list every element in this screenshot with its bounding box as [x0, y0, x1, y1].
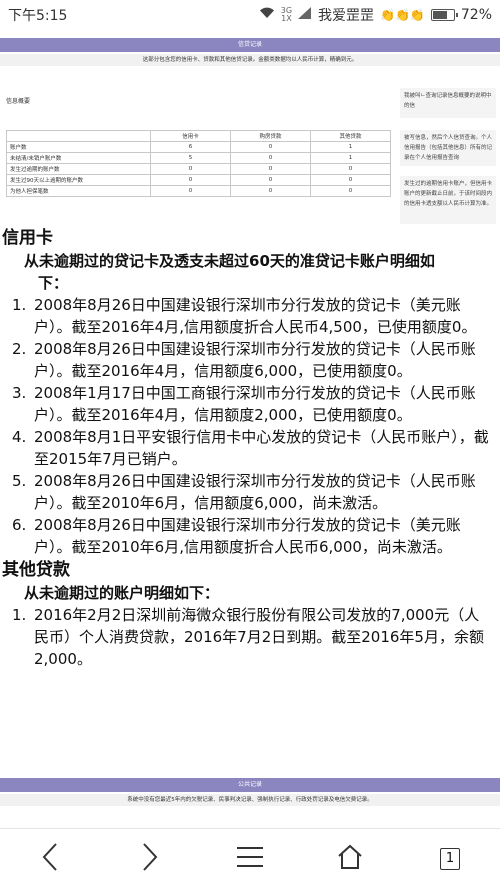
chevron-left-icon — [40, 842, 60, 876]
table-cell: 0 — [230, 152, 311, 164]
table-cell: 0 — [150, 185, 231, 197]
credit-card-lead: 从未逾期过的贷记卡及透支未超过60天的准贷记卡账户明细如 下： — [24, 252, 435, 292]
table-cell: 未结清/未销户账户数 — [6, 152, 151, 164]
menu-icon — [235, 845, 265, 873]
battery-percent: 72% — [460, 7, 492, 23]
list-item: 1. 2008年8月26日中国建设银行深圳市分行发放的贷记卡（美元账户）。截至20… — [12, 296, 477, 336]
public-records-header: 公共记录 — [0, 778, 500, 792]
table-cell: 0 — [310, 185, 391, 197]
side-note: 发生过的逾期信用卡账户，但信用卡账户的更新截止日前，于该时间段内的信用卡透支额以… — [400, 176, 496, 224]
carrier-name: 我爱罡罡 — [318, 8, 375, 24]
tabs-button[interactable]: 1 — [425, 834, 475, 884]
table-cell: 0 — [150, 174, 231, 186]
chevron-right-icon — [140, 842, 160, 876]
forward-button[interactable] — [125, 834, 175, 884]
table-cell: 6 — [150, 141, 231, 153]
credit-card-list: 1. 2008年8月26日中国建设银行深圳市分行发放的贷记卡（美元账户）。截至20… — [0, 294, 500, 558]
tab-count: 1 — [440, 848, 460, 870]
signal-icon — [298, 7, 312, 23]
battery-icon — [430, 9, 458, 21]
report-content: 信用卡 从未逾期过的贷记卡及透支未超过60天的准贷记卡账户明细如 下： 1. 20… — [0, 226, 500, 670]
table-row: 未结清/未销户账户数 5 0 1 — [6, 152, 391, 164]
list-item: 2. 2008年8月26日中国建设银行深圳市分行发放的贷记卡（人民币账户）。截至2… — [12, 340, 476, 380]
table-header: 其他贷款 — [310, 130, 391, 142]
list-item: 1. 2016年2月2日深圳前海微众银行股份有限公司发放的7,000元（人民币）个… — [12, 606, 484, 668]
status-time: 下午5:15 — [8, 8, 68, 24]
credit-record-subtitle: 这部分包含您的信用卡、贷款和其他信贷记录。金额类数据均以人民币计算，精确到元。 — [0, 54, 500, 66]
table-row: 发生过逾期的账户数 0 0 0 — [6, 163, 391, 175]
credit-record-header: 信贷记录 — [0, 38, 500, 52]
other-loans-heading: 其他贷款 — [2, 560, 70, 580]
browser-nav-bar: 1 — [0, 828, 500, 889]
wifi-icon — [259, 7, 275, 23]
side-note: 被写信息，然后个人信贷查询。个人信用报告（包括其他信息）所有的记录在个人信用报告… — [400, 130, 496, 166]
other-loans-lead: 从未逾期过的账户明细如下： — [24, 584, 220, 602]
network-indicator: 3G 1X — [280, 6, 293, 23]
emoji-icons: 👏👏👏 — [380, 8, 425, 22]
table-header: 购房贷款 — [230, 130, 311, 142]
list-item: 3. 2008年1月17日中国工商银行深圳市分行发放的贷记卡（人民币账户）。截至2… — [12, 384, 476, 424]
table-cell: 0 — [230, 174, 311, 186]
table-row: 账户数 6 0 1 — [6, 141, 391, 153]
credit-card-heading: 信用卡 — [2, 228, 53, 248]
home-button[interactable] — [325, 834, 375, 884]
public-records-subtitle: 系统中没有您最近5年内的欠税记录、民事判决记录、强制执行记录、行政处罚记录及电信… — [0, 794, 500, 806]
table-row: 为他人担保笔数 0 0 0 — [6, 185, 391, 197]
table-header-row: 信用卡 购房贷款 其他贷款 — [6, 130, 391, 142]
table-cell: 0 — [230, 141, 311, 153]
list-item: 4. 2008年8月1日平安银行信用卡中心发放的贷记卡（人民币账户），截至2015… — [12, 428, 489, 468]
summary-table: 信用卡 购房贷款 其他贷款 账户数 6 0 1 未结清/未销户账户数 5 0 1… — [6, 130, 391, 197]
table-cell: 0 — [310, 174, 391, 186]
menu-button[interactable] — [225, 834, 275, 884]
back-button[interactable] — [25, 834, 75, 884]
info-summary-title: 信息概要 — [6, 98, 31, 105]
table-cell: 5 — [150, 152, 231, 164]
table-row: 发生过90天以上逾期的账户数 0 0 0 — [6, 174, 391, 186]
table-cell: 1 — [310, 152, 391, 164]
home-icon — [336, 843, 364, 875]
list-item: 5. 2008年8月26日中国建设银行深圳市分行发放的贷记卡（人民币账户）。截至2… — [12, 472, 476, 512]
table-header: 信用卡 — [150, 130, 231, 142]
table-cell: 账户数 — [6, 141, 151, 153]
table-cell: 1 — [310, 141, 391, 153]
table-cell: 为他人担保笔数 — [6, 185, 151, 197]
table-header — [6, 130, 151, 142]
table-cell: 发生过90天以上逾期的账户数 — [6, 174, 151, 186]
side-note: 我被叫ㄴ查询记录信息概要的说明中的信 — [400, 88, 496, 118]
table-cell: 0 — [310, 163, 391, 175]
table-cell: 0 — [230, 163, 311, 175]
table-cell: 0 — [230, 185, 311, 197]
table-cell: 发生过逾期的账户数 — [6, 163, 151, 175]
list-item: 6. 2008年8月26日中国建设银行深圳市分行发放的贷记卡（美元账户）。截至20… — [12, 516, 461, 556]
status-bar: 下午5:15 3G 1X 我爱罡罡 👏👏👏 72% — [0, 0, 500, 30]
table-cell: 0 — [150, 163, 231, 175]
other-loans-list: 1. 2016年2月2日深圳前海微众银行股份有限公司发放的7,000元（人民币）个… — [0, 604, 500, 670]
